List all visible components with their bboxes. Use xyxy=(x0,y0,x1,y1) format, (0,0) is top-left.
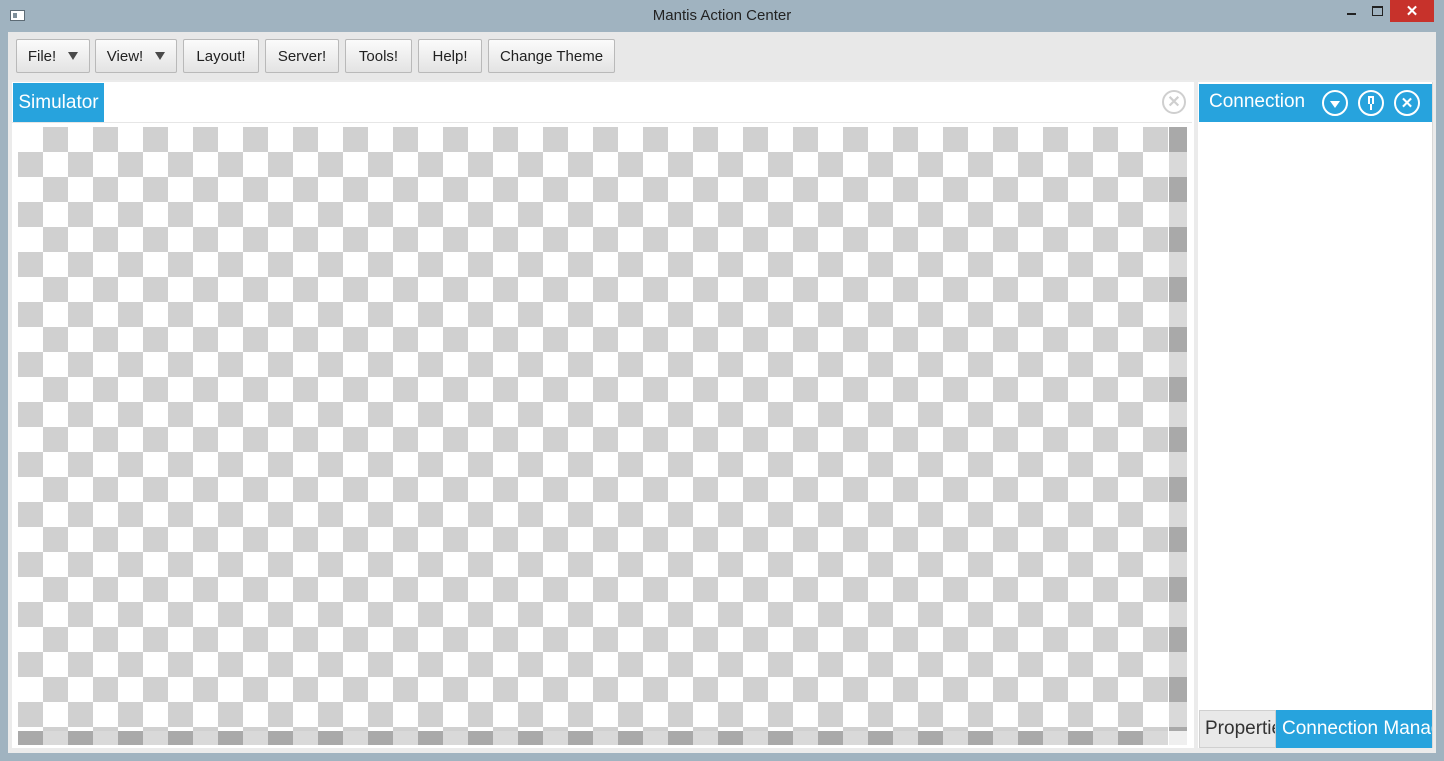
layout-button[interactable]: Layout! xyxy=(183,39,259,73)
vertical-scrollbar[interactable] xyxy=(1169,127,1187,731)
close-icon: ✕ xyxy=(1405,3,1419,20)
change-theme-button[interactable]: Change Theme xyxy=(488,39,615,73)
app-window: Mantis Action Center ✕ File! View! Layou… xyxy=(0,0,1444,761)
tab-properties[interactable]: Properties xyxy=(1199,710,1276,748)
connection-header: Connection ✕ xyxy=(1199,84,1432,122)
tools-button[interactable]: Tools! xyxy=(345,39,412,73)
close-button[interactable]: ✕ xyxy=(1390,0,1434,22)
dropdown-arrow-icon xyxy=(68,52,79,60)
tab-connection-manager[interactable]: Connection Manager xyxy=(1276,710,1432,748)
dropdown-button[interactable] xyxy=(1322,90,1348,116)
connection-pane: Connection ✕ Properties Connection Manag… xyxy=(1198,82,1433,748)
file-menu-button[interactable]: File! xyxy=(16,39,90,73)
view-menu-label: View! xyxy=(106,47,144,65)
pin-icon xyxy=(1366,96,1376,110)
maximize-button[interactable] xyxy=(1364,0,1390,22)
server-button[interactable]: Server! xyxy=(265,39,339,73)
maximize-icon xyxy=(1371,6,1383,16)
minimize-button[interactable] xyxy=(1338,0,1364,22)
divider xyxy=(12,122,1192,123)
horizontal-scrollbar[interactable] xyxy=(18,731,1168,745)
file-menu-label: File! xyxy=(27,47,57,65)
simulator-canvas[interactable] xyxy=(18,127,1168,731)
connection-close-button[interactable]: ✕ xyxy=(1394,90,1420,116)
help-button[interactable]: Help! xyxy=(418,39,482,73)
window-title: Mantis Action Center xyxy=(652,7,792,24)
simulator-tab[interactable]: Simulator xyxy=(13,83,104,122)
scroll-corner xyxy=(1169,731,1187,745)
client-area: File! View! Layout! Server! Tools! Help!… xyxy=(8,32,1436,753)
pin-button[interactable] xyxy=(1358,90,1384,116)
chevron-down-icon xyxy=(1330,100,1340,108)
close-icon: ✕ xyxy=(1400,95,1414,112)
title-bar[interactable]: Mantis Action Center ✕ xyxy=(0,0,1444,32)
connection-panel-body xyxy=(1199,122,1432,708)
view-menu-button[interactable]: View! xyxy=(95,39,177,73)
toolbar: File! View! Layout! Server! Tools! Help!… xyxy=(8,32,1436,80)
connection-title: Connection xyxy=(1209,91,1306,112)
simulator-close-icon[interactable]: ✕ xyxy=(1162,90,1186,114)
minimize-icon xyxy=(1346,13,1356,15)
simulator-pane: Simulator ✕ xyxy=(12,82,1194,748)
dropdown-arrow-icon xyxy=(155,52,166,60)
